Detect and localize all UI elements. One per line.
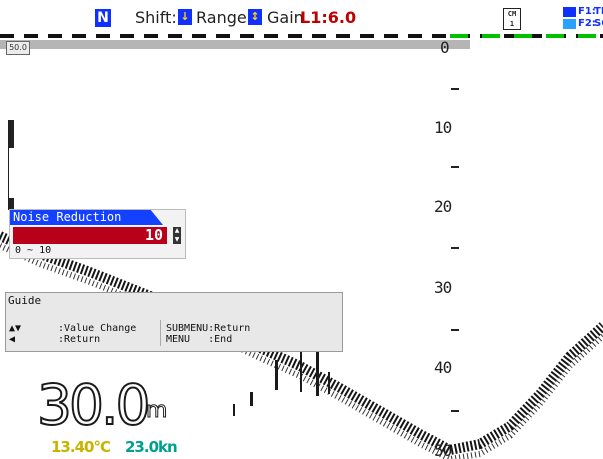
depth-label-40: 40: [434, 358, 452, 377]
water-temperature: 13.40°C: [51, 438, 111, 456]
spin-up-icon[interactable]: ▲: [173, 227, 181, 235]
shift-label: Shift:: [135, 8, 177, 27]
guide-keys-updown: ▲▼: [9, 323, 22, 334]
depth-unit: m: [145, 398, 168, 424]
f1-key[interactable]: F1: TR: [563, 6, 603, 18]
range-tag: 50.0: [6, 41, 30, 55]
guide-value-change: :Value Change: [58, 323, 137, 334]
depth-label-50: 50: [434, 441, 452, 459]
depth-label-0: 0: [440, 38, 450, 57]
depth-readout: 30.0: [36, 373, 151, 437]
range-label: Range:: [196, 8, 253, 27]
value-spinner[interactable]: ▲ ▼: [173, 227, 181, 244]
gain-value[interactable]: L1:6.0: [300, 8, 356, 27]
guide-keys-left: ◀: [9, 334, 16, 345]
depth-tick: [451, 88, 459, 90]
surface-echo: [0, 40, 470, 49]
depth-tick: [451, 410, 459, 412]
guide-return: :Return: [58, 334, 101, 345]
noise-reduction-panel: Noise Reduction 10 ▲ ▼ 0 ~ 10: [9, 209, 186, 259]
guide-menu: MENU :End: [166, 334, 233, 345]
guide-submenu: SUBMENU:Return: [166, 323, 251, 334]
guide-title: Guide: [8, 294, 42, 307]
range-updown-icon[interactable]: ↕: [248, 9, 262, 25]
wave-icon: [563, 7, 576, 17]
top-status-bar: N Shift: ↓ Range: ↕ Gain L1:6.0 CM 1 F1:…: [0, 0, 603, 34]
shift-down-icon[interactable]: ↓: [178, 9, 192, 25]
spin-down-icon[interactable]: ▼: [173, 236, 181, 244]
f2-tag: SC: [594, 18, 603, 29]
depth-tick: [451, 166, 459, 168]
depth-label-20: 20: [434, 197, 452, 216]
info-blank: [9, 148, 116, 198]
f1-tag: TR: [594, 6, 603, 17]
guide-divider: [160, 320, 161, 346]
f2-key[interactable]: F2: SC: [563, 18, 603, 30]
noise-reduction-value[interactable]: 10: [13, 227, 167, 244]
cm-badge: CM 1: [503, 8, 521, 30]
depth-label-10: 10: [434, 118, 452, 137]
guide-panel: Guide ▲▼ :Value Change ◀ :Return SUBMENU…: [5, 292, 343, 352]
speed-readout: 23.0kn: [125, 438, 178, 456]
mode-badge[interactable]: N: [95, 9, 111, 27]
depth-label-30: 30: [434, 278, 452, 297]
noise-reduction-title: Noise Reduction: [10, 210, 163, 225]
function-keys: F1: TR F2: SC: [563, 6, 603, 32]
sounder-screen: N Shift: ↓ Range: ↕ Gain L1:6.0 CM 1 F1:…: [0, 0, 603, 459]
depth-tick: [451, 247, 459, 249]
noise-reduction-range: 0 ~ 10: [15, 245, 52, 256]
gain-label: Gain: [267, 8, 304, 27]
depth-tick: [451, 329, 459, 331]
rewind-icon: [563, 19, 576, 29]
